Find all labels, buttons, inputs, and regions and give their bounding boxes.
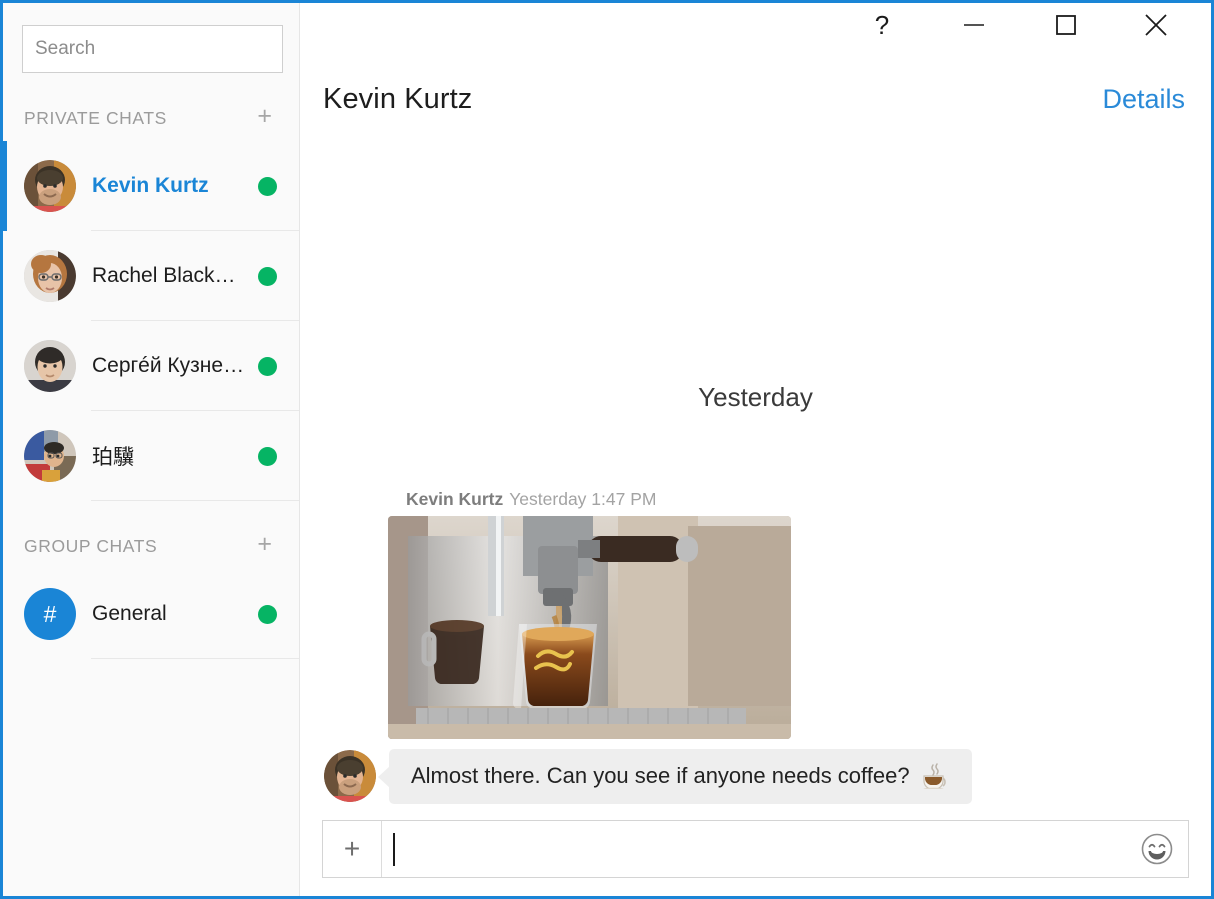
presence-dot-online <box>258 604 277 624</box>
message-attachment-image[interactable] <box>388 516 791 739</box>
avatar <box>24 430 76 482</box>
hash-glyph: # <box>43 600 57 627</box>
chat-item-kevin-kurtz[interactable]: Kevin Kurtz <box>2 141 299 231</box>
window-body: PRIVATE CHATS + <box>2 3 1211 896</box>
avatar <box>24 250 76 302</box>
message-input[interactable] <box>395 837 1126 861</box>
maximize-button[interactable] <box>1037 3 1095 47</box>
search-input[interactable] <box>22 25 283 73</box>
day-divider: Yesterday <box>698 382 813 412</box>
chat-item-label: Rachel Black… <box>92 264 236 287</box>
conversation-header: Kevin Kurtz Details <box>300 60 1211 138</box>
app-window: PRIVATE CHATS + <box>0 0 1214 899</box>
avatar <box>324 750 376 802</box>
presence-dot-online <box>258 356 277 376</box>
plus-icon: + <box>343 833 361 864</box>
group-chat-list: # General <box>3 569 299 659</box>
close-button[interactable] <box>1127 3 1185 47</box>
page-title: Kevin Kurtz <box>323 82 473 115</box>
composer-field[interactable] <box>382 821 1126 877</box>
message-bubble: Almost there. Can you see if anyone need… <box>389 749 972 804</box>
minimize-button[interactable] <box>945 3 1003 47</box>
hot-beverage-icon <box>920 763 950 789</box>
title-bar: ? <box>300 3 1211 60</box>
minimize-icon <box>964 24 984 26</box>
message-row: Almost there. Can you see if anyone need… <box>322 749 1189 804</box>
help-button[interactable]: ? <box>853 3 911 47</box>
section-title-group-chats: GROUP CHATS <box>24 535 158 556</box>
message-composer: + <box>322 820 1189 878</box>
main-pane: ? Kevin Kurtz Details Yesterday Kevin Ku… <box>300 3 1211 896</box>
message-meta: Kevin Kurtz Yesterday 1:47 PM <box>406 489 1189 510</box>
add-attachment-button[interactable]: + <box>323 821 382 877</box>
add-group-chat-button[interactable]: + <box>255 531 274 561</box>
avatar <box>24 160 76 212</box>
section-header-group-chats: GROUP CHATS + <box>3 523 299 569</box>
hash-icon: # <box>24 588 76 640</box>
message-timestamp: Yesterday 1:47 PM <box>509 489 657 509</box>
question-mark-icon: ? <box>874 9 890 40</box>
private-chat-list: Kevin Kurtz Rachel Black… Сергéй Кузне… … <box>2 141 299 501</box>
smiley-face-icon <box>1141 833 1173 865</box>
add-private-chat-button[interactable]: + <box>255 103 274 133</box>
chat-item-rachel-black[interactable]: Rachel Black… <box>3 231 299 321</box>
avatar <box>24 340 76 392</box>
details-link[interactable]: Details <box>1102 84 1185 115</box>
message-text: Almost there. Can you see if anyone need… <box>411 763 910 788</box>
emoji-picker-button[interactable] <box>1126 821 1188 877</box>
search-container <box>3 3 299 73</box>
chat-item-sergey-kuznetsov[interactable]: Сергéй Кузне… <box>3 321 299 411</box>
message-list: Yesterday Kevin KurtzYesterday 1:47 PM <box>300 138 1211 820</box>
section-title-private-chats: PRIVATE CHATS <box>24 107 167 128</box>
presence-dot-online <box>258 446 277 466</box>
message-author: Kevin Kurtz <box>406 489 504 509</box>
maximize-icon <box>1056 15 1076 35</box>
chat-item-person-cjk[interactable]: 珀驥 <box>3 411 299 501</box>
sidebar: PRIVATE CHATS + <box>2 3 300 896</box>
chat-item-general[interactable]: # General <box>3 569 299 659</box>
chat-item-label: Сергéй Кузне… <box>92 354 245 377</box>
chat-item-label: 珀驥 <box>92 446 134 469</box>
section-header-private-chats: PRIVATE CHATS + <box>3 95 299 141</box>
presence-dot-online <box>258 266 277 286</box>
chat-item-label: General <box>92 602 167 625</box>
presence-dot-online <box>258 176 277 196</box>
chat-item-label: Kevin Kurtz <box>92 174 209 197</box>
close-icon <box>1145 14 1167 36</box>
composer-container: + <box>300 820 1211 896</box>
